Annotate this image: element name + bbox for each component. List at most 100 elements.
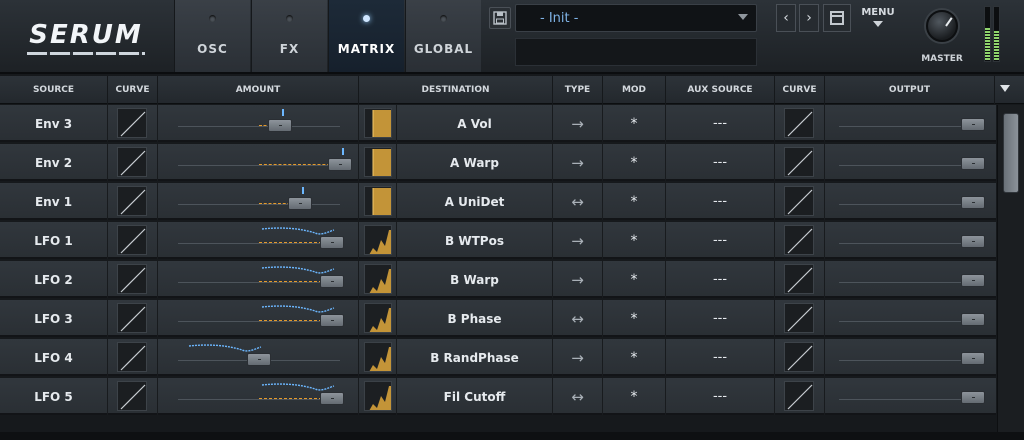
mod-type-toggle[interactable]: ↔ bbox=[553, 183, 603, 220]
curve-editor-button[interactable] bbox=[117, 303, 147, 333]
mod-cell[interactable]: * bbox=[603, 261, 666, 298]
mod-cell[interactable]: * bbox=[603, 300, 666, 337]
master-volume-knob[interactable] bbox=[926, 10, 958, 42]
mod-cell[interactable]: * bbox=[603, 222, 666, 259]
output-slider-handle[interactable] bbox=[961, 235, 985, 248]
source-cell[interactable]: LFO 4 bbox=[0, 339, 108, 376]
mod-cell[interactable]: * bbox=[603, 183, 666, 220]
destination-cell[interactable]: Fil Cutoff bbox=[397, 378, 553, 415]
amount-slider-track[interactable] bbox=[178, 399, 340, 400]
output-slider-handle[interactable] bbox=[961, 118, 985, 131]
mod-cell[interactable]: * bbox=[603, 378, 666, 415]
mod-type-toggle[interactable]: → bbox=[553, 105, 603, 142]
matrix-scrollbar[interactable] bbox=[997, 105, 1024, 440]
amount-slider-handle[interactable] bbox=[268, 119, 293, 132]
aux-source-cell[interactable]: --- bbox=[666, 183, 775, 220]
mod-type-toggle[interactable]: → bbox=[553, 339, 603, 376]
mod-cell[interactable]: * bbox=[603, 144, 666, 181]
curve-editor-button[interactable] bbox=[117, 108, 147, 138]
menu-button[interactable]: MENU bbox=[858, 4, 898, 34]
tab-osc[interactable]: OSC bbox=[174, 0, 250, 72]
aux-curve-editor-button[interactable] bbox=[784, 381, 814, 411]
amount-slider-handle[interactable] bbox=[319, 236, 344, 249]
mod-cell[interactable]: * bbox=[603, 339, 666, 376]
destination-cell[interactable]: B Phase bbox=[397, 300, 553, 337]
curve-editor-button[interactable] bbox=[117, 147, 147, 177]
column-header-amount[interactable]: AMOUNT bbox=[158, 76, 359, 104]
aux-source-cell[interactable]: --- bbox=[666, 144, 775, 181]
next-preset-button[interactable]: › bbox=[799, 4, 819, 32]
output-slider-handle[interactable] bbox=[961, 391, 985, 404]
tab-matrix[interactable]: MATRIX bbox=[328, 0, 404, 72]
aux-source-cell[interactable]: --- bbox=[666, 105, 775, 142]
curve-editor-button[interactable] bbox=[117, 264, 147, 294]
column-header-source[interactable]: SOURCE bbox=[0, 76, 108, 104]
destination-cell[interactable]: B Warp bbox=[397, 261, 553, 298]
aux-curve-editor-button[interactable] bbox=[784, 225, 814, 255]
preset-browser-button[interactable] bbox=[823, 4, 851, 32]
amount-slider-handle[interactable] bbox=[319, 275, 344, 288]
amount-slider-track[interactable] bbox=[178, 126, 340, 127]
output-slider-track[interactable] bbox=[839, 321, 979, 322]
curve-editor-button[interactable] bbox=[117, 225, 147, 255]
preset-selector[interactable]: - Init - bbox=[515, 4, 757, 32]
output-slider-handle[interactable] bbox=[961, 157, 985, 170]
amount-slider-handle[interactable] bbox=[328, 158, 352, 171]
aux-curve-editor-button[interactable] bbox=[784, 303, 814, 333]
output-slider-track[interactable] bbox=[839, 399, 979, 400]
aux-source-cell[interactable]: --- bbox=[666, 378, 775, 415]
tab-fx[interactable]: FX bbox=[251, 0, 327, 72]
source-cell[interactable]: Env 3 bbox=[0, 105, 108, 142]
source-cell[interactable]: Env 1 bbox=[0, 183, 108, 220]
aux-source-cell[interactable]: --- bbox=[666, 222, 775, 259]
aux-curve-editor-button[interactable] bbox=[784, 108, 814, 138]
mod-type-toggle[interactable]: → bbox=[553, 261, 603, 298]
aux-source-cell[interactable]: --- bbox=[666, 339, 775, 376]
scrollbar-thumb[interactable] bbox=[1003, 113, 1019, 193]
amount-slider-track[interactable] bbox=[178, 282, 340, 283]
output-slider-handle[interactable] bbox=[961, 274, 985, 287]
aux-source-cell[interactable]: --- bbox=[666, 300, 775, 337]
tab-global[interactable]: GLOBAL bbox=[405, 0, 481, 72]
aux-curve-editor-button[interactable] bbox=[784, 186, 814, 216]
prev-preset-button[interactable]: ‹ bbox=[776, 4, 796, 32]
amount-slider-handle[interactable] bbox=[319, 314, 344, 327]
amount-slider-handle[interactable] bbox=[247, 353, 271, 366]
output-slider-track[interactable] bbox=[839, 360, 979, 361]
save-preset-button[interactable] bbox=[489, 7, 511, 29]
column-header-destination[interactable]: DESTINATION bbox=[359, 76, 553, 104]
destination-cell[interactable]: B RandPhase bbox=[397, 339, 553, 376]
mod-type-toggle[interactable]: → bbox=[553, 144, 603, 181]
output-slider-handle[interactable] bbox=[961, 196, 985, 209]
column-header-aux-source[interactable]: AUX SOURCE bbox=[666, 76, 775, 104]
source-cell[interactable]: LFO 1 bbox=[0, 222, 108, 259]
mod-type-toggle[interactable]: ↔ bbox=[553, 300, 603, 337]
mod-cell[interactable]: * bbox=[603, 105, 666, 142]
aux-curve-editor-button[interactable] bbox=[784, 342, 814, 372]
curve-editor-button[interactable] bbox=[117, 381, 147, 411]
amount-slider-handle[interactable] bbox=[319, 392, 344, 405]
destination-cell[interactable]: A UniDet bbox=[397, 183, 553, 220]
curve-editor-button[interactable] bbox=[117, 186, 147, 216]
destination-cell[interactable]: A Vol bbox=[397, 105, 553, 142]
output-slider-track[interactable] bbox=[839, 165, 979, 166]
amount-slider-track[interactable] bbox=[178, 243, 340, 244]
source-cell[interactable]: LFO 3 bbox=[0, 300, 108, 337]
mod-type-toggle[interactable]: ↔ bbox=[553, 378, 603, 415]
amount-slider-track[interactable] bbox=[178, 321, 340, 322]
output-slider-track[interactable] bbox=[839, 243, 979, 244]
aux-curve-editor-button[interactable] bbox=[784, 147, 814, 177]
output-slider-track[interactable] bbox=[839, 126, 979, 127]
amount-slider-track[interactable] bbox=[178, 165, 340, 166]
output-slider-track[interactable] bbox=[839, 282, 979, 283]
destination-cell[interactable]: A Warp bbox=[397, 144, 553, 181]
aux-curve-editor-button[interactable] bbox=[784, 264, 814, 294]
curve-editor-button[interactable] bbox=[117, 342, 147, 372]
output-slider-handle[interactable] bbox=[961, 313, 985, 326]
output-slider-handle[interactable] bbox=[961, 352, 985, 365]
destination-cell[interactable]: B WTPos bbox=[397, 222, 553, 259]
source-cell[interactable]: LFO 2 bbox=[0, 261, 108, 298]
amount-slider-handle[interactable] bbox=[287, 197, 312, 210]
source-cell[interactable]: LFO 5 bbox=[0, 378, 108, 415]
output-slider-track[interactable] bbox=[839, 204, 979, 205]
